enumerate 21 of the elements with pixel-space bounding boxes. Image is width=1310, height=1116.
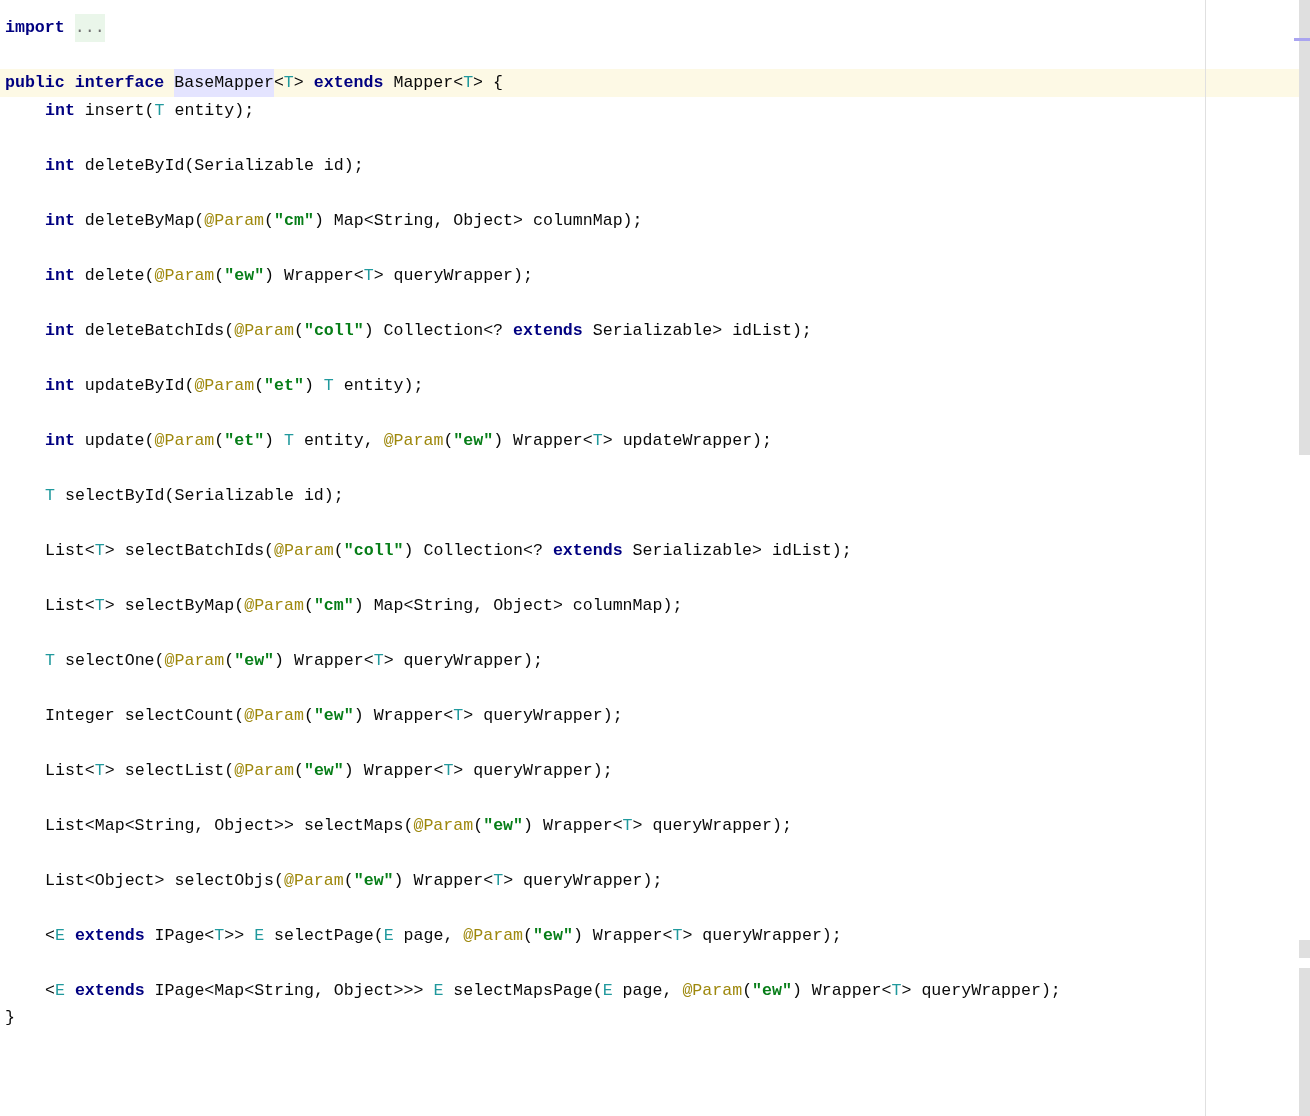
scrollbar[interactable] bbox=[1299, 0, 1310, 1116]
code-line: } bbox=[4, 1007, 16, 1029]
code-line: int deleteByMap(@Param("cm") Map<String, Object> columnMap); bbox=[44, 209, 644, 232]
code-line: List<T> selectBatchIds(@Param("coll") Collection<? extends Serializable> idList); bbox=[44, 539, 853, 562]
code-line: <E extends IPage<Map<String, Object>>> E selectMapsPage(E page, @Param("ew") Wrapper<T> queryWrapper); bbox=[44, 979, 1062, 1002]
code-line: int deleteById(Serializable id); bbox=[44, 154, 365, 177]
code-line: Integer selectCount(@Param("ew") Wrapper<T> queryWrapper); bbox=[44, 704, 624, 727]
code-line: int update(@Param("et") T entity, @Param("ew") Wrapper<T> updateWrapper); bbox=[44, 429, 774, 452]
code-line: List<T> selectList(@Param("ew") Wrapper<T> queryWrapper); bbox=[44, 759, 614, 782]
code-line: import ... bbox=[0, 14, 1299, 42]
code-line: int deleteBatchIds(@Param("coll") Collection<? extends Serializable> idList); bbox=[44, 319, 813, 342]
code-line: List<Map<String, Object>> selectMaps(@Param("ew") Wrapper<T> queryWrapper); bbox=[44, 814, 793, 837]
code-line: int delete(@Param("ew") Wrapper<T> queryWrapper); bbox=[44, 264, 534, 287]
code-line: List<Object> selectObjs(@Param("ew") Wrapper<T> queryWrapper); bbox=[44, 869, 664, 892]
code-line: int updateById(@Param("et") T entity); bbox=[44, 374, 425, 397]
code-line: <E extends IPage<T>> E selectPage(E page, @Param("ew") Wrapper<T> queryWrapper); bbox=[44, 924, 843, 947]
code-line: List<T> selectByMap(@Param("cm") Map<String, Object> columnMap); bbox=[44, 594, 684, 617]
code-line: T selectOne(@Param("ew") Wrapper<T> queryWrapper); bbox=[44, 649, 544, 672]
error-stripe-mark[interactable] bbox=[1294, 38, 1310, 41]
code-line: int insert(T entity); bbox=[44, 99, 256, 122]
code-line: T selectById(Serializable id); bbox=[44, 484, 345, 507]
